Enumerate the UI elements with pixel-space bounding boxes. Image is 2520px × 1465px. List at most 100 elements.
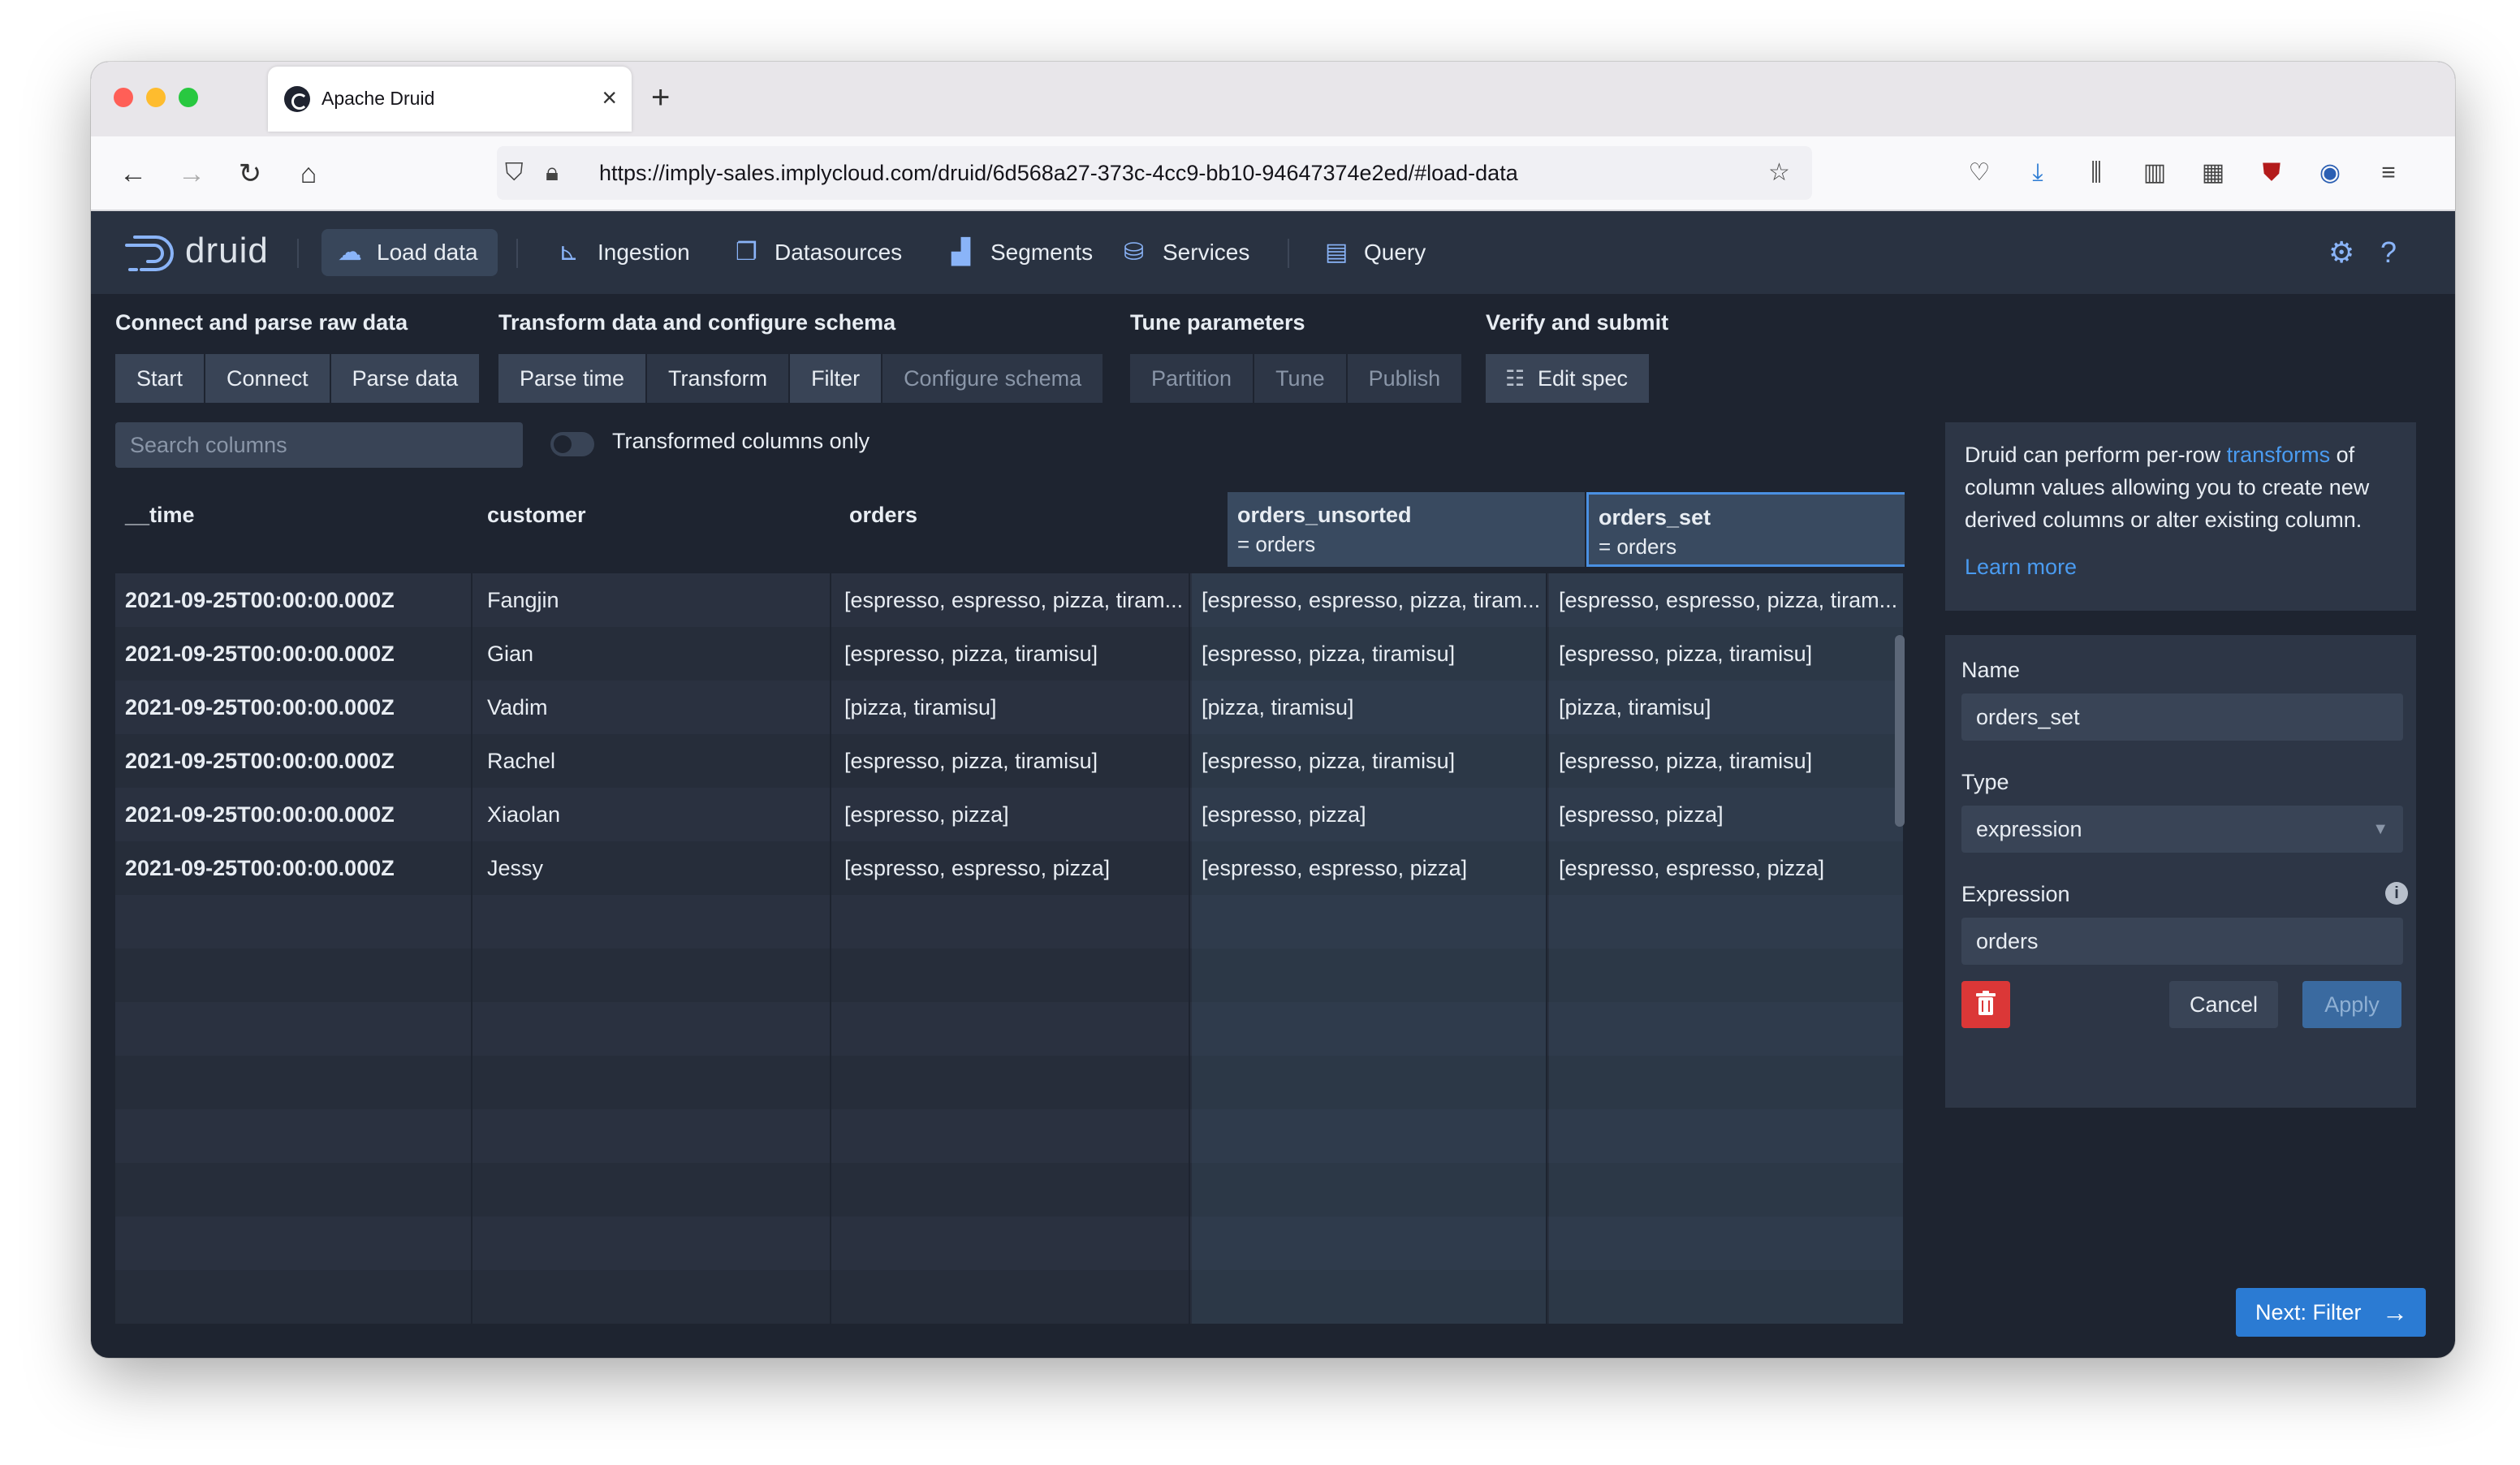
empty-table-row: [115, 1270, 1905, 1324]
header-divider: [1288, 239, 1289, 268]
step-filter-button[interactable]: Filter: [790, 354, 882, 403]
logo-text: druid: [185, 231, 269, 270]
table-cell: [115, 1217, 472, 1270]
nav-load-data[interactable]: ☁ Load data: [321, 229, 498, 276]
next-filter-button[interactable]: Next: Filter →: [2236, 1288, 2426, 1337]
info-text-pre: Druid can perform per-row: [1965, 443, 2227, 467]
tab-title: Apache Druid: [321, 88, 435, 109]
transforms-link[interactable]: transforms: [2227, 443, 2331, 467]
extension-icon[interactable]: ▦: [2195, 156, 2231, 190]
shield-icon[interactable]: ⛉: [505, 158, 524, 188]
table-row: 2021-09-25T00:00:00.000Z Xiaolan [espresso…: [115, 788, 1905, 841]
edit-spec-label: Edit spec: [1538, 366, 1629, 391]
forward-icon[interactable]: →: [172, 154, 211, 193]
empty-table-row: [115, 895, 1905, 949]
column-header[interactable]: __time: [115, 492, 472, 567]
close-window-button[interactable]: [114, 88, 133, 107]
type-select[interactable]: expression ▼: [1961, 806, 2403, 853]
step-publish-button[interactable]: Publish: [1347, 354, 1462, 403]
nav-datasources-label: Datasources: [775, 240, 903, 265]
step-edit-spec-button[interactable]: ☷ Edit spec: [1486, 354, 1650, 403]
pocket-icon[interactable]: ♡: [1961, 156, 1997, 190]
table-cell: [espresso, pizza]: [1192, 788, 1547, 841]
table-cell: [477, 949, 831, 1002]
table-cell: [1549, 1270, 1905, 1324]
search-columns-input[interactable]: Search columns: [115, 422, 523, 468]
apply-button[interactable]: Apply: [2302, 981, 2401, 1028]
column-header-transform-selected[interactable]: orders_set = orders: [1586, 492, 1905, 567]
expression-input[interactable]: orders: [1961, 918, 2403, 965]
transformed-only-toggle[interactable]: [550, 432, 594, 456]
nav-services[interactable]: ⛁ Services: [1107, 229, 1269, 276]
step-group-header: Tune parameters: [1130, 310, 1305, 335]
table-cell: [1192, 1002, 1547, 1056]
table-cell: [477, 1217, 831, 1270]
table-cell: [835, 1056, 1190, 1109]
new-tab-icon[interactable]: +: [651, 80, 670, 115]
transform-step-buttons: Parse time Transform Filter Configure sc…: [498, 354, 1104, 403]
url-bar[interactable]: ⛉ 🔒︎ https://imply-sales.implycloud.com/…: [497, 146, 1812, 200]
table-cell: [1549, 1002, 1905, 1056]
learn-more-link[interactable]: Learn more: [1965, 555, 2077, 579]
step-parse-time-button[interactable]: Parse time: [498, 354, 646, 403]
delete-transform-button[interactable]: [1961, 981, 2010, 1028]
browser-tab[interactable]: Apache Druid ×: [268, 67, 632, 132]
nav-segments[interactable]: ▟ Segments: [935, 229, 1112, 276]
table-cell: [espresso, espresso, pizza]: [1549, 841, 1905, 895]
table-cell: 2021-09-25T00:00:00.000Z: [115, 841, 472, 895]
step-transform-button[interactable]: Transform: [647, 354, 789, 403]
nav-load-data-label: Load data: [377, 240, 478, 265]
settings-gear-icon[interactable]: ⚙: [2328, 232, 2354, 273]
cancel-button[interactable]: Cancel: [2169, 981, 2278, 1028]
table-cell: [115, 1002, 472, 1056]
library-icon[interactable]: ⫼: [2078, 156, 2114, 190]
step-parse-data-button[interactable]: Parse data: [330, 354, 480, 403]
home-icon[interactable]: ⌂: [289, 154, 328, 193]
sidebar-icon[interactable]: ▥: [2137, 156, 2173, 190]
name-input[interactable]: orders_set: [1961, 694, 2403, 741]
table-cell: 2021-09-25T00:00:00.000Z: [115, 627, 472, 681]
column-header[interactable]: orders: [839, 492, 1197, 567]
nav-datasources[interactable]: ❐ Datasources: [719, 229, 921, 276]
transform-editor-form: Name orders_set Type expression ▼ Expres…: [1945, 635, 2416, 1108]
multi-select-icon: ❐: [736, 239, 757, 266]
url-text[interactable]: https://imply-sales.implycloud.com/druid…: [599, 161, 1518, 186]
table-cell: 2021-09-25T00:00:00.000Z: [115, 573, 472, 627]
bookmark-star-icon[interactable]: ☆: [1768, 158, 1790, 188]
back-icon[interactable]: ←: [114, 154, 153, 193]
step-connect-button[interactable]: Connect: [205, 354, 330, 403]
nav-ingestion[interactable]: ⊾ Ingestion: [542, 229, 710, 276]
table-cell: [835, 895, 1190, 949]
step-tune-button[interactable]: Tune: [1254, 354, 1346, 403]
ublock-icon[interactable]: ⛊: [2254, 156, 2289, 190]
data-table: __time customer orders orders_unsorted =…: [115, 492, 1905, 1358]
table-cell: [835, 949, 1190, 1002]
table-scrollbar[interactable]: [1895, 635, 1905, 827]
browser-toolbar: ← → ↻ ⌂ ⛉ 🔒︎ https://imply-sales.implycl…: [91, 136, 2455, 211]
column-header[interactable]: customer: [477, 492, 835, 567]
table-cell: [pizza, tiramisu]: [835, 681, 1190, 734]
table-cell: [1549, 1056, 1905, 1109]
empty-table-row: [115, 1109, 1905, 1163]
nav-query[interactable]: ▤ Query: [1309, 229, 1445, 276]
step-configure-schema-button[interactable]: Configure schema: [882, 354, 1103, 403]
account-icon[interactable]: ◉: [2312, 156, 2348, 190]
close-tab-icon[interactable]: ×: [602, 81, 617, 114]
help-icon[interactable]: ?: [2380, 232, 2397, 273]
table-cell: Gian: [477, 627, 831, 681]
step-partition-button[interactable]: Partition: [1130, 354, 1254, 403]
zoom-window-button[interactable]: [179, 88, 198, 107]
info-sign-icon[interactable]: i: [2385, 882, 2408, 905]
step-start-button[interactable]: Start: [115, 354, 205, 403]
minimize-window-button[interactable]: [146, 88, 166, 107]
reload-icon[interactable]: ↻: [231, 154, 270, 193]
table-row: 2021-09-25T00:00:00.000Z Gian [espresso, p…: [115, 627, 1905, 681]
column-header-transform[interactable]: orders_unsorted = orders: [1228, 492, 1585, 567]
menu-icon[interactable]: ≡: [2371, 156, 2406, 190]
column-header-name: orders_unsorted: [1237, 503, 1412, 527]
arrow-right-icon: →: [2382, 1298, 2408, 1327]
download-icon[interactable]: ⤓: [2020, 156, 2056, 190]
empty-table-row: [115, 949, 1905, 1002]
table-row: 2021-09-25T00:00:00.000Z Rachel [espresso,…: [115, 734, 1905, 788]
table-cell: [1192, 1270, 1547, 1324]
